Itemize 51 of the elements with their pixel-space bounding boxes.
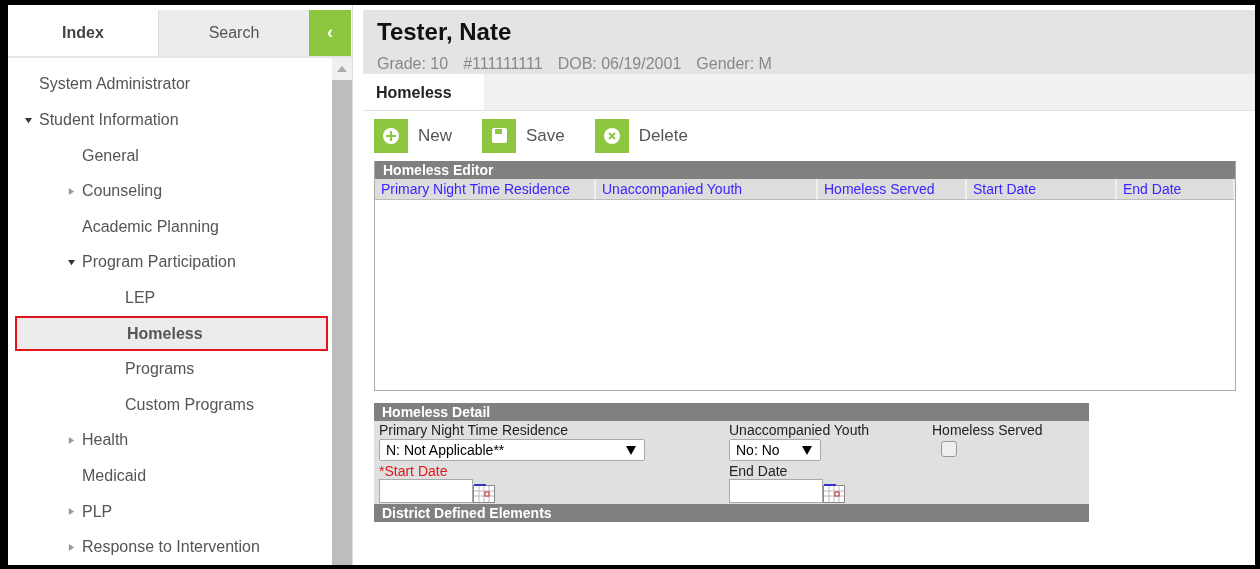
tree-item[interactable]: Medicaid: [15, 458, 328, 494]
panel-title: Homeless Detail: [374, 403, 1089, 421]
tree-item[interactable]: System Administrator: [15, 66, 328, 103]
field-label: Homeless Served: [932, 422, 1044, 438]
collapsed-triangle-icon: [68, 508, 75, 516]
tree-item[interactable]: Custom Programs: [15, 387, 328, 423]
tree-item[interactable]: Programs: [15, 351, 328, 388]
tree-item[interactable]: Response to Intervention: [15, 529, 328, 565]
collapsed-triangle-icon: [68, 436, 75, 444]
section-title: District Defined Elements: [374, 504, 1089, 522]
tree-item[interactable]: Academic Planning: [15, 209, 328, 245]
field-label: Unaccompanied Youth: [729, 422, 871, 438]
dropdown[interactable]: N: Not Applicable**: [379, 439, 645, 461]
tree-item[interactable]: General: [15, 137, 328, 174]
tree-item[interactable]: Health: [15, 422, 328, 459]
tree-item[interactable]: PLP: [15, 493, 328, 530]
action-button[interactable]: Save: [482, 119, 565, 153]
expanded-triangle-icon: [68, 258, 75, 266]
dropdown[interactable]: No: No: [729, 439, 821, 461]
sidebar-tab[interactable]: Search: [158, 10, 309, 56]
date-field[interactable]: [729, 479, 823, 503]
scroll-up-icon: [337, 65, 347, 72]
calendar-icon: [823, 483, 845, 503]
expanded-triangle-icon: [25, 116, 32, 124]
scrollbar[interactable]: [332, 57, 352, 565]
caret-icon: [626, 445, 636, 455]
tree-item[interactable]: Homeless: [15, 315, 328, 352]
tab[interactable]: Homeless: [363, 74, 484, 110]
tree-item[interactable]: Program Participation: [15, 244, 328, 281]
collapsed-triangle-icon: [68, 187, 75, 195]
tree-item[interactable]: Counseling: [15, 173, 328, 210]
student-info: Grade: 10: [377, 55, 449, 73]
action-button[interactable]: Delete: [594, 119, 688, 153]
panel-title: Homeless Editor: [375, 161, 1235, 179]
tree-item[interactable]: Student Information: [15, 102, 328, 138]
field-label: End Date: [729, 463, 789, 479]
field-label: Primary Night Time Residence: [379, 422, 570, 438]
field-label: *Start Date: [379, 463, 449, 479]
checkbox[interactable]: [941, 441, 957, 457]
collapsed-triangle-icon: [68, 543, 75, 551]
plus-icon: [374, 119, 408, 153]
student-info: #111111111: [463, 55, 543, 73]
student-info: Gender: M: [696, 55, 772, 73]
tree-item[interactable]: LEP: [15, 280, 328, 316]
action-button[interactable]: New: [374, 119, 452, 153]
student-info: DOB: 06/19/2001: [557, 55, 682, 73]
floppy-icon: [482, 119, 516, 153]
caret-icon: [802, 445, 812, 455]
calendar-icon: [473, 483, 495, 503]
student-name: Tester, Nate: [377, 18, 513, 46]
date-field[interactable]: [379, 479, 473, 503]
